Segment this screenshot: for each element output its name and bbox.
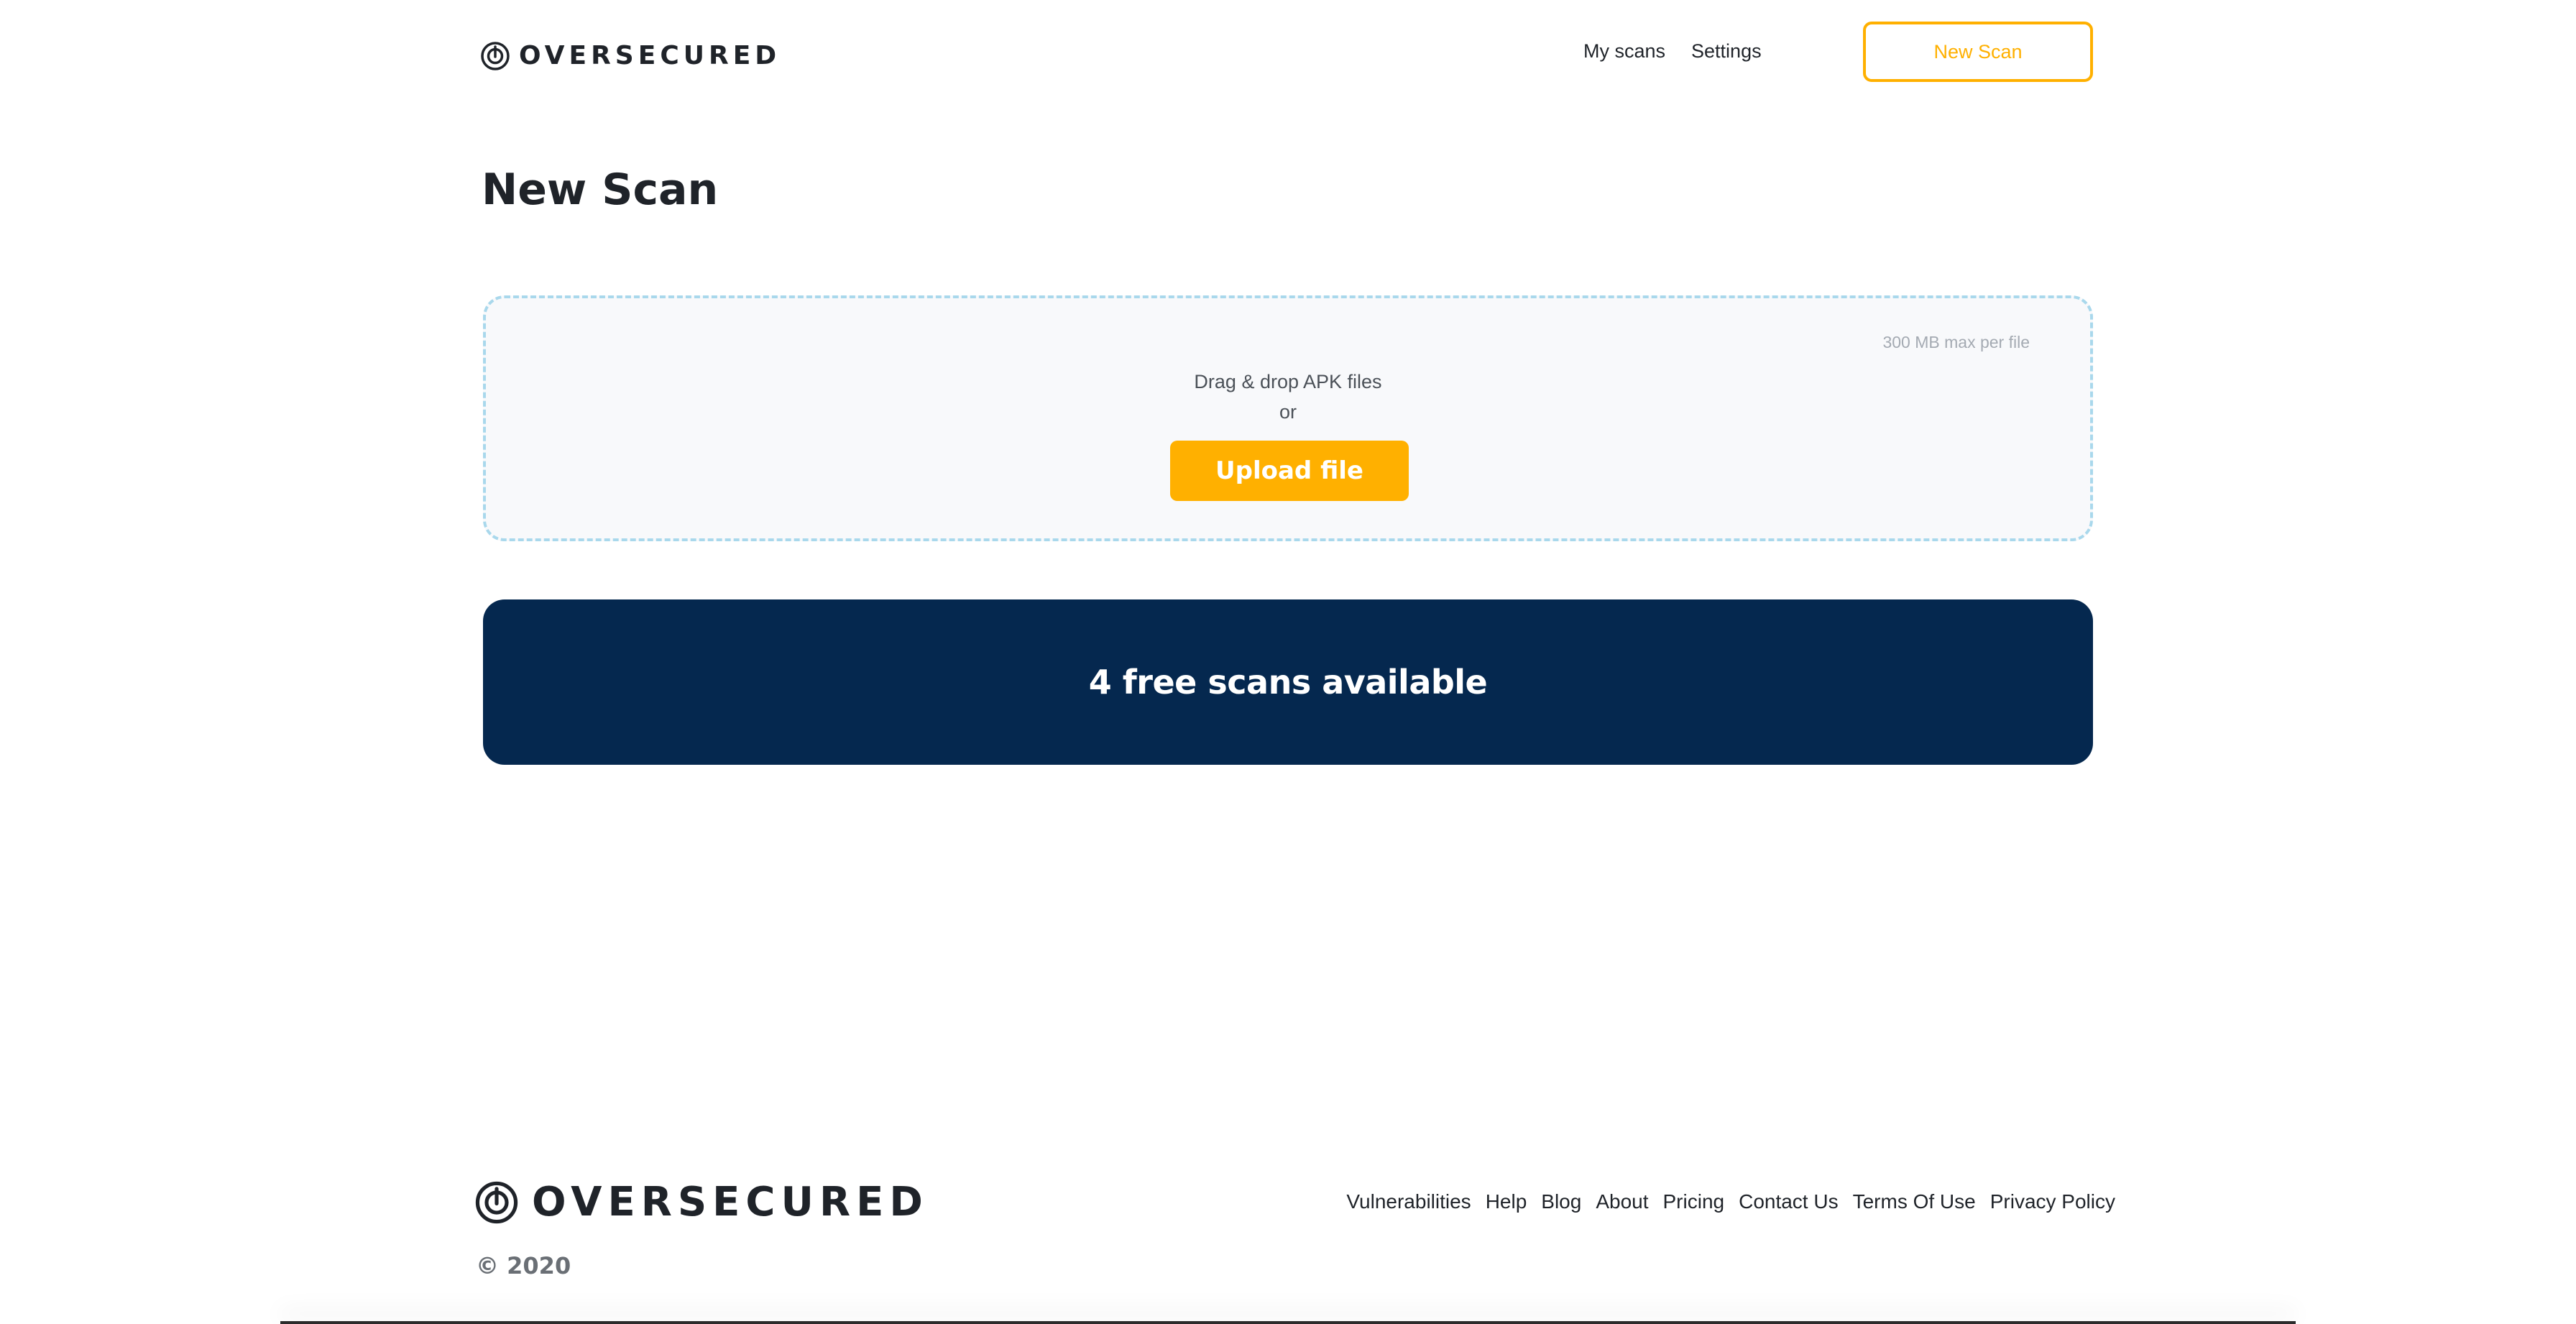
footer-link-contact-us[interactable]: Contact Us: [1739, 1190, 1839, 1213]
footer-link-about[interactable]: About: [1596, 1190, 1648, 1213]
footer-link-privacy-policy[interactable]: Privacy Policy: [1990, 1190, 2115, 1213]
apk-dropzone[interactable]: 300 MB max per file Drag & drop APK file…: [483, 295, 2093, 541]
free-scans-banner: 4 free scans available: [483, 599, 2093, 765]
footer-link-terms-of-use[interactable]: Terms Of Use: [1853, 1190, 1976, 1213]
header: OVERSECURED My scans Settings New Scan: [0, 0, 2576, 108]
brand-name: OVERSECURED: [519, 41, 781, 70]
bottom-edge-divider: [280, 1321, 2296, 1324]
copyright: © 2020: [476, 1252, 571, 1279]
footer-brand-link[interactable]: OVERSECURED: [474, 1179, 929, 1226]
file-size-limit: 300 MB max per file: [1882, 333, 2030, 351]
brand-logo-link[interactable]: OVERSECURED: [480, 40, 781, 73]
new-scan-button[interactable]: New Scan: [1863, 22, 2093, 82]
page-title: New Scan: [482, 165, 719, 215]
nav-settings[interactable]: Settings: [1691, 40, 1762, 63]
upload-file-button[interactable]: Upload file: [1170, 441, 1409, 501]
oversecured-logo-icon: [475, 1181, 518, 1224]
nav-my-scans[interactable]: My scans: [1583, 40, 1665, 63]
drag-drop-text: Drag & drop APK files: [1194, 371, 1382, 392]
footer-link-pricing[interactable]: Pricing: [1663, 1190, 1725, 1213]
or-text: or: [1279, 401, 1297, 423]
top-nav: My scans Settings: [1583, 40, 1762, 63]
footer-link-vulnerabilities[interactable]: Vulnerabilities: [1346, 1190, 1471, 1213]
oversecured-logo-icon: [481, 42, 510, 70]
free-scans-text: 4 free scans available: [1088, 663, 1488, 702]
footer-link-blog[interactable]: Blog: [1541, 1190, 1581, 1213]
footer-links: Vulnerabilities Help Blog About Pricing …: [1346, 1190, 2115, 1213]
page: OVERSECURED My scans Settings New Scan N…: [0, 0, 2576, 1324]
footer-link-help[interactable]: Help: [1486, 1190, 1527, 1213]
footer-brand-name: OVERSECURED: [532, 1179, 929, 1226]
